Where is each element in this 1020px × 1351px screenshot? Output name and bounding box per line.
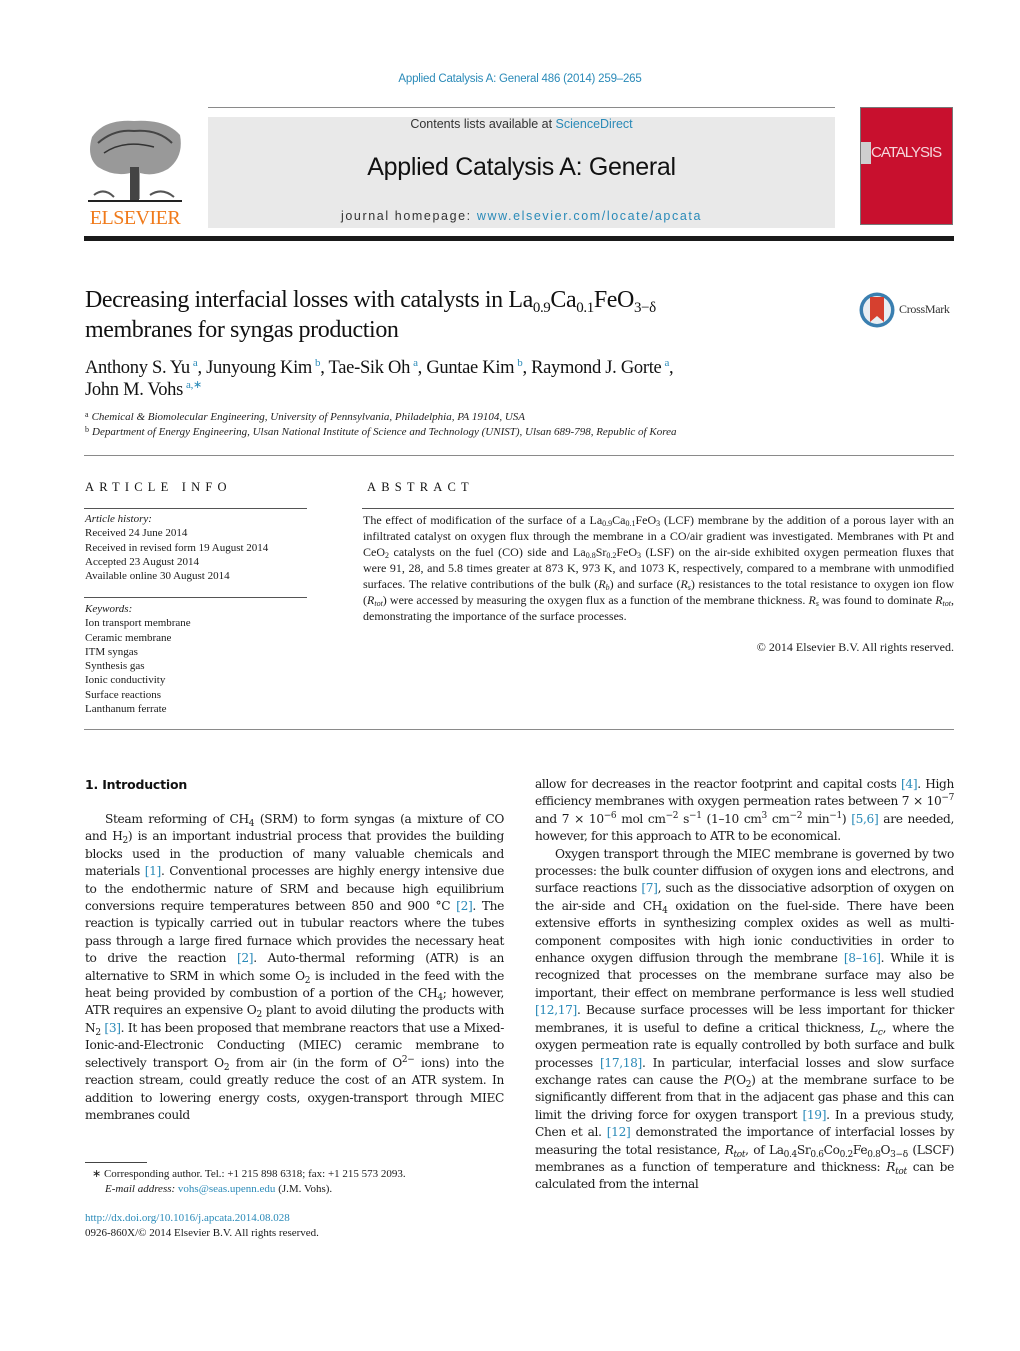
title-text: Ca [550, 287, 577, 313]
title-text: Decreasing interfacial losses with catal… [85, 287, 533, 313]
citation-link[interactable]: [19] [802, 1108, 826, 1122]
citation-link[interactable]: [3] [104, 1021, 121, 1035]
journal-title: Applied Catalysis A: General [367, 153, 676, 181]
footnote-star: ∗ [92, 1168, 102, 1180]
article-history: Article history: Received 24 June 2014 R… [85, 512, 268, 583]
header-thick-rule [84, 236, 954, 241]
issn-copyright: 0926-860X/© 2014 Elsevier B.V. All right… [85, 1227, 319, 1239]
article-title: Decreasing interfacial losses with catal… [85, 285, 825, 345]
doi-block: http://dx.doi.org/10.1016/j.apcata.2014.… [85, 1211, 319, 1241]
keyword: Synthesis gas [85, 660, 145, 673]
journal-cover-thumbnail[interactable]: CATALYSIS [860, 107, 953, 225]
keywords: Keywords: Ion transport membrane Ceramic… [85, 602, 191, 716]
author-email-link[interactable]: vohs@seas.upenn.edu [178, 1183, 276, 1195]
crossmark-button[interactable]: CrossMark [858, 291, 958, 329]
body-column-left: Steam reforming of CH4 (SRM) to form syn… [85, 811, 504, 1124]
paragraph: allow for decreases in the reactor footp… [535, 777, 955, 844]
affiliation: b Department of Energy Engineering, Ulsan… [85, 425, 677, 439]
cover-accent-block [861, 142, 871, 164]
title-subscript: 0.9 [532, 300, 551, 316]
affiliations: a Chemical & Biomolecular Engineering, Un… [85, 410, 955, 440]
keywords-label: Keywords: [85, 603, 133, 615]
article-info-heading: ARTICLE INFO [85, 480, 232, 494]
history-item: Received in revised form 19 August 2014 [85, 541, 269, 554]
keyword: Ionic conductivity [85, 674, 166, 687]
header-rule [208, 107, 835, 108]
keyword: Ceramic membrane [85, 631, 172, 644]
body-column-right: allow for decreases in the reactor footp… [535, 776, 954, 1194]
footnote-text: Corresponding author. Tel.: +1 215 898 6… [101, 1168, 406, 1180]
author[interactable]: Anthony S. Yu a [85, 358, 198, 379]
paragraph: Steam reforming of CH4 (SRM) to form syn… [85, 812, 504, 1122]
footnote-rule [85, 1162, 147, 1163]
keyword: Surface reactions [85, 688, 162, 701]
keyword: Lanthanum ferrate [85, 703, 167, 716]
divider [84, 455, 954, 456]
title-subscript: 3−δ [633, 300, 656, 316]
citation-link[interactable]: [17,18] [600, 1056, 642, 1070]
paragraph: Oxygen transport through the MIEC membra… [535, 846, 955, 1192]
history-label: Article history: [85, 513, 152, 525]
abstract-heading: ABSTRACT [367, 480, 474, 494]
author-list: Anthony S. Yu a, Junyoung Kim b, Tae-Sik O… [85, 357, 674, 401]
cover-title: CATALYSIS [871, 144, 942, 161]
history-item: Accepted 23 August 2014 [85, 555, 199, 568]
journal-homepage-line: journal homepage: www.elsevier.com/locat… [208, 209, 835, 223]
crossmark-icon [859, 292, 895, 328]
crossmark-label: CrossMark [899, 302, 950, 316]
author[interactable]: Guntae Kim b [426, 358, 522, 379]
keyword: ITM syngas [85, 645, 138, 658]
email-label: E-mail address: [105, 1183, 176, 1195]
author[interactable]: John M. Vohs a,∗ [85, 380, 202, 401]
keyword: Ion transport membrane [85, 617, 191, 630]
history-item: Available online 30 August 2014 [85, 570, 230, 583]
contents-prefix: Contents lists available at [410, 117, 556, 131]
section-heading: 1. Introduction [85, 777, 188, 792]
author[interactable]: Tae-Sik Oh a [329, 358, 418, 379]
abstract-text: The effect of modification of the surfac… [363, 513, 954, 623]
citation-link[interactable]: [4] [901, 777, 918, 791]
citation-link[interactable]: [5,6] [851, 812, 879, 826]
divider [84, 729, 954, 730]
title-text: membranes for syngas production [85, 317, 399, 343]
title-text: FeO [593, 287, 635, 313]
sciencedirect-link[interactable]: ScienceDirect [556, 117, 633, 131]
author[interactable]: Junyoung Kim b [206, 358, 320, 379]
divider [84, 597, 307, 598]
citation-link[interactable]: [1] [145, 864, 162, 878]
divider [362, 508, 954, 509]
citation-link[interactable]: [12,17] [535, 1003, 577, 1017]
citation-link[interactable]: [8–16] [844, 951, 881, 965]
citation-link[interactable]: [2] [237, 951, 254, 965]
citation-link[interactable]: [7] [641, 881, 658, 895]
journal-homepage-link[interactable]: www.elsevier.com/locate/apcata [477, 209, 702, 223]
abstract-copyright: © 2014 Elsevier B.V. All rights reserved… [756, 640, 954, 654]
affiliation: a Chemical & Biomolecular Engineering, Un… [85, 410, 525, 424]
homepage-prefix: journal homepage: [341, 209, 477, 223]
citation-link[interactable]: [12] [607, 1125, 631, 1139]
history-item: Received 24 June 2014 [85, 527, 188, 540]
title-subscript: 0.1 [576, 300, 594, 316]
elsevier-wordmark: ELSEVIER [89, 207, 181, 229]
doi-link[interactable]: http://dx.doi.org/10.1016/j.apcata.2014.… [85, 1212, 290, 1224]
divider [84, 508, 307, 509]
author[interactable]: Raymond J. Gorte a [531, 358, 669, 379]
citation-link[interactable]: [2] [456, 899, 473, 913]
contents-line: Contents lists available at ScienceDirec… [208, 117, 835, 131]
email-suffix: (J.M. Vohs). [275, 1183, 333, 1195]
corresponding-author-footnote: ∗ Corresponding author. Tel.: +1 215 898… [92, 1167, 406, 1197]
journal-citation-link[interactable]: Applied Catalysis A: General 486 (2014) … [0, 73, 1020, 85]
